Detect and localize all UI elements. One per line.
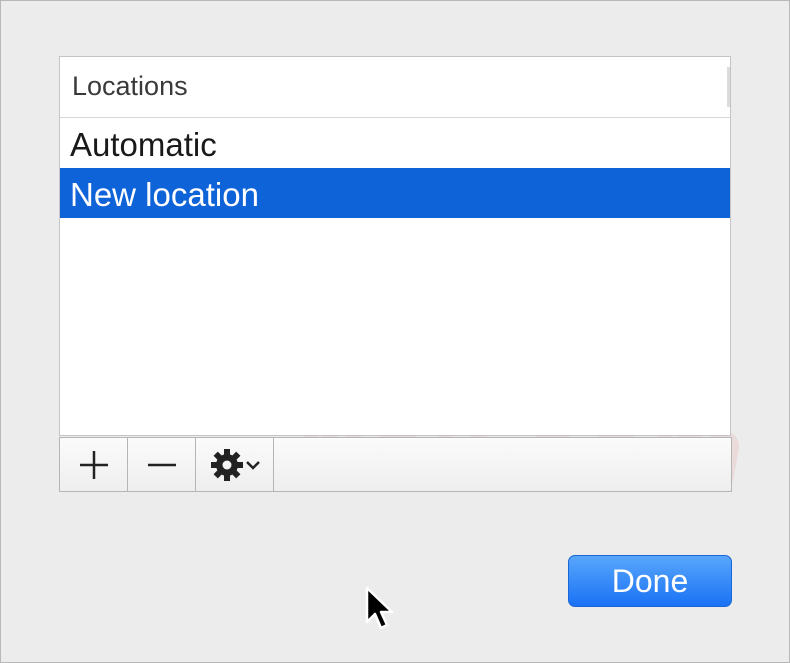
plus-icon [79, 450, 108, 479]
locations-table: Locations Automatic New location [59, 56, 731, 436]
remove-location-button[interactable] [128, 438, 196, 491]
column-divider[interactable] [727, 67, 730, 107]
table-toolbar [59, 437, 732, 492]
gear-icon [210, 448, 243, 481]
locations-column-header[interactable]: Locations [72, 71, 188, 102]
table-header: Locations [60, 57, 730, 118]
location-label: Automatic [70, 126, 217, 163]
table-row-selected[interactable]: New location [60, 168, 730, 218]
mouse-pointer-icon [365, 586, 394, 630]
table-row[interactable]: Automatic [60, 118, 730, 168]
minus-icon [147, 463, 176, 466]
action-menu-button[interactable] [196, 438, 274, 491]
done-button[interactable]: Done [568, 555, 732, 607]
chevron-down-icon [245, 460, 260, 470]
location-label: New location [70, 176, 259, 213]
add-location-button[interactable] [60, 438, 128, 491]
locations-sheet: PC risk.com Locations Automatic New loca… [0, 0, 790, 663]
